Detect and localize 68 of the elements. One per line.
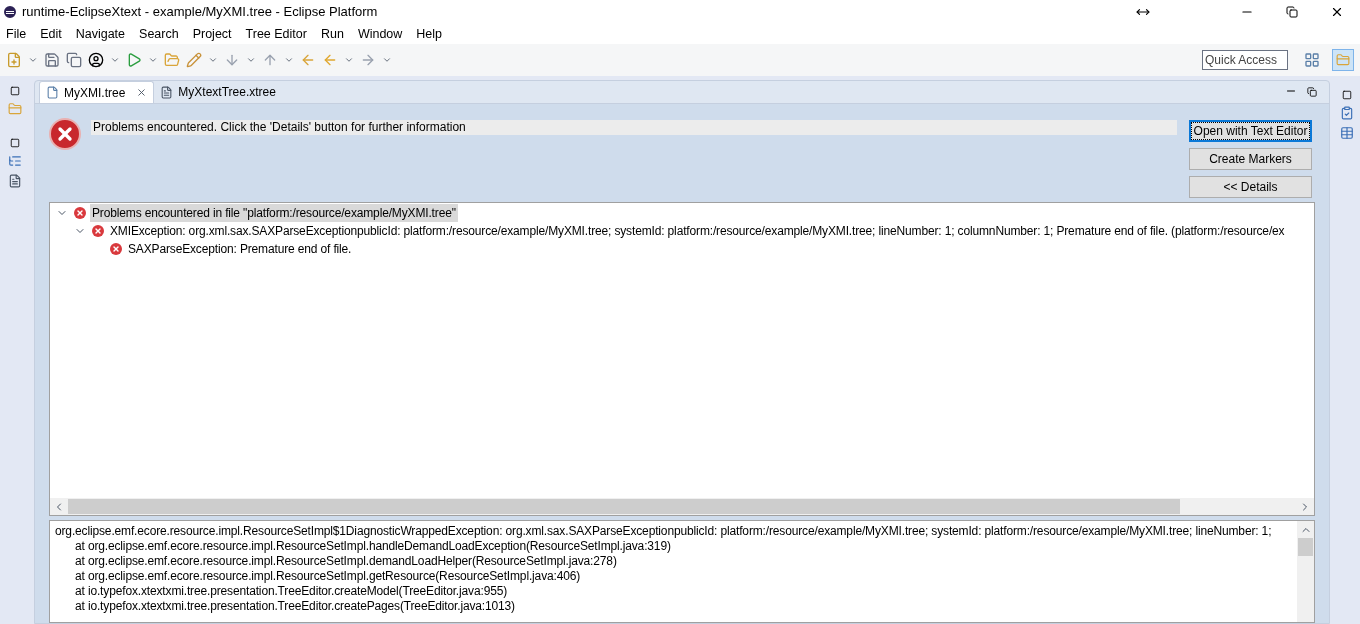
properties-icon[interactable] <box>8 174 22 188</box>
stack-trace-line: at org.eclipse.emf.ecore.resource.impl.ResourceSetImpl.demandLoadHelper(ResourceSetImpl.java:278) <box>74 554 617 569</box>
editor-tab[interactable]: MyXtextTree.xtree <box>154 81 282 103</box>
stack-trace-line: at io.typefox.xtextxmi.tree.presentation.TreeEditor.createPages(TreeEditor.java:1013) <box>74 599 515 614</box>
caret-icon[interactable] <box>246 55 256 65</box>
restore-icon[interactable] <box>10 138 20 148</box>
back-icon[interactable] <box>322 52 338 68</box>
menu-item[interactable]: Run <box>320 24 344 44</box>
stack-trace-line: org.eclipse.emf.ecore.resource.impl.ResourceSetImpl$1DiagnosticWrappedException: org.xml.sax.SAXParseExceptionpublicId: platform:/resource/example/MyXMI.tree; systemId: platform:/resource/example/MyXMI.tree; lineNumber: 1; <box>55 524 1272 539</box>
restore-button[interactable] <box>1286 6 1298 18</box>
error-icon <box>110 243 122 255</box>
maximize-icon[interactable] <box>1307 87 1317 97</box>
menu-item[interactable]: Navigate <box>75 24 126 44</box>
error-icon <box>49 118 81 150</box>
caret-icon[interactable] <box>382 55 392 65</box>
caret-icon[interactable] <box>208 55 218 65</box>
close-button[interactable] <box>1330 5 1344 19</box>
tree-file-icon <box>46 86 59 99</box>
menu-item[interactable]: Project <box>192 24 232 44</box>
caret-icon[interactable] <box>110 55 120 65</box>
pencil-icon[interactable] <box>186 52 202 68</box>
menu-item[interactable]: Help <box>416 24 443 44</box>
stack-trace-line: at org.eclipse.emf.ecore.resource.impl.ResourceSetImpl.handleDemandLoadException(ResourceSetImpl.java:319) <box>74 539 671 554</box>
quick-access-field[interactable]: Quick Access <box>1202 50 1288 70</box>
table-icon[interactable] <box>1340 126 1354 140</box>
perspective-button[interactable] <box>1332 49 1354 71</box>
caret-icon[interactable] <box>28 55 38 65</box>
folder-icon <box>1336 53 1350 67</box>
caret-icon[interactable] <box>148 55 158 65</box>
tree-item[interactable]: XMIException: org.xml.sax.SAXParseExceptionpublicId: platform:/resource/example/MyXMI.tree; systemId: platform:/resource/example/MyXMI.tree; lineNumber: 1; columnNumber: 1; Premature end of file. (platform:/resource/ex <box>108 222 1287 240</box>
text-file-icon <box>160 85 174 99</box>
restore-icon[interactable] <box>10 86 20 96</box>
package-explorer-icon[interactable] <box>8 102 22 116</box>
dialog-button[interactable]: Open with Text Editor <box>1189 120 1312 142</box>
error-icon <box>74 207 86 219</box>
tree-item[interactable]: Problems encountered in file "platform:/resource/example/MyXMI.tree" <box>90 204 458 222</box>
editor-tab[interactable]: MyXMI.tree <box>39 81 155 103</box>
save-all-icon[interactable] <box>66 52 82 68</box>
tree-item[interactable]: SAXParseException: Premature end of file. <box>126 240 354 258</box>
horizontal-scrollbar[interactable] <box>50 498 1314 515</box>
stack-trace-line: at io.typefox.xtextxmi.tree.presentation.TreeEditor.createModel(TreeEditor.java:955) <box>74 584 508 599</box>
forward-icon[interactable] <box>360 52 376 68</box>
restore-icon[interactable] <box>1342 90 1352 100</box>
dialog-button[interactable]: << Details <box>1189 176 1312 198</box>
vertical-scrollbar[interactable] <box>1297 521 1314 622</box>
caret-icon[interactable] <box>284 55 294 65</box>
outline-icon[interactable] <box>8 154 22 168</box>
menu-item[interactable]: Tree Editor <box>245 24 307 44</box>
run-icon[interactable] <box>126 52 142 68</box>
menu-item[interactable]: File <box>6 24 27 44</box>
scroll-thumb[interactable] <box>68 499 1180 514</box>
menu-item[interactable]: Edit <box>40 24 62 44</box>
folder-icon[interactable] <box>164 52 180 68</box>
user-icon[interactable] <box>88 52 104 68</box>
problem-message: Problems encountered. Click the 'Details' button for further information <box>91 120 1177 135</box>
close-tab-icon[interactable] <box>136 87 148 98</box>
save-icon[interactable] <box>44 52 60 68</box>
tasks-icon[interactable] <box>1340 106 1354 120</box>
app-logo-icon <box>4 6 16 18</box>
stack-trace-line: at org.eclipse.emf.ecore.resource.impl.ResourceSetImpl.getResource(ResourceSetImpl.java:406) <box>74 569 581 584</box>
scroll-thumb[interactable] <box>1298 538 1313 556</box>
error-icon <box>92 225 104 237</box>
new-file-icon[interactable] <box>6 52 22 68</box>
window-title: runtime-EclipseXtext - example/MyXMI.tree - Eclipse Platform <box>22 3 378 22</box>
menu-item[interactable]: Window <box>357 24 403 44</box>
menu-item[interactable]: Search <box>139 24 179 44</box>
dialog-button[interactable]: Create Markers <box>1189 148 1312 170</box>
caret-icon[interactable] <box>344 55 354 65</box>
